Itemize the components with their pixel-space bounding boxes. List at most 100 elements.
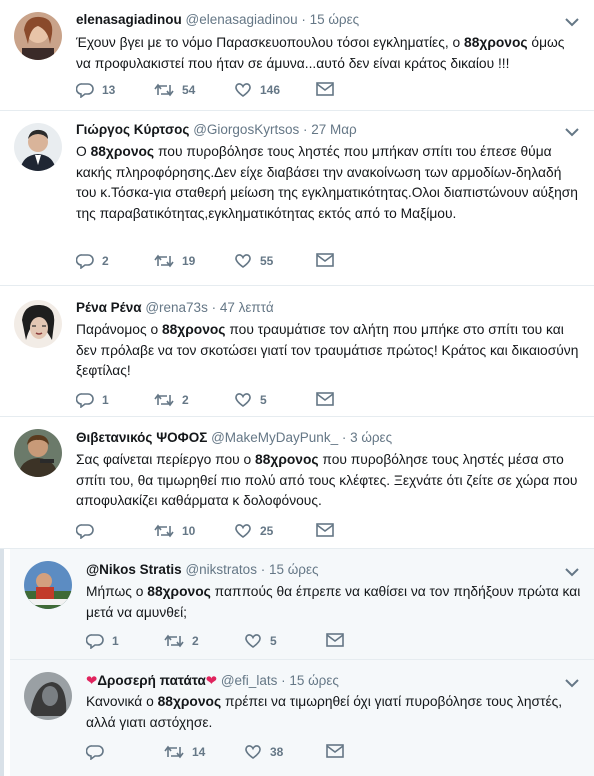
- heart-icon: [245, 745, 261, 759]
- tweet-author-name[interactable]: Ρένα Ρένα: [76, 300, 142, 315]
- envelope-icon: [326, 633, 344, 647]
- highlighted-term: 88χρονος: [147, 584, 211, 599]
- tweet-1[interactable]: elenasagiadinou @elenasagiadinou · 15 ώρ…: [0, 0, 594, 110]
- tweet-author-name[interactable]: Δροσερή πατάτα: [97, 673, 205, 688]
- tweet-author-handle[interactable]: @rena73s: [145, 300, 208, 315]
- retweet-icon: [154, 524, 174, 538]
- like-button[interactable]: 38: [244, 744, 283, 760]
- retweet-icon: [154, 393, 174, 407]
- tweet-author-handle[interactable]: @efi_lats: [221, 673, 277, 688]
- retweet-button[interactable]: 19: [154, 253, 195, 269]
- avatar[interactable]: [24, 561, 72, 609]
- message-button[interactable]: [316, 82, 334, 96]
- avatar[interactable]: [14, 123, 62, 171]
- conversation-thread-line: [0, 549, 4, 776]
- reply-icon: [76, 393, 94, 408]
- tweet-actions: 13 54 146: [76, 82, 336, 102]
- highlighted-term: 88χρονος: [161, 322, 226, 337]
- tweet-actions: 2 19 55: [76, 253, 336, 273]
- envelope-icon: [316, 82, 334, 96]
- tweet-author-name[interactable]: Θιβετανικός ΨΟΦΟΣ: [76, 430, 207, 445]
- retweet-button[interactable]: 14: [164, 744, 205, 760]
- retweet-icon: [164, 634, 184, 648]
- like-button[interactable]: 5: [234, 392, 267, 408]
- tweet-3[interactable]: Ρένα Ρένα @rena73s · 47 λεπτά Παράνομος …: [0, 286, 594, 416]
- tweet-timestamp[interactable]: 15 ώρες: [269, 562, 319, 577]
- tweet-actions: 1 2 5: [76, 392, 336, 412]
- chevron-down-icon[interactable]: [564, 677, 580, 689]
- reply-button[interactable]: [76, 523, 102, 539]
- heart-icon: [235, 254, 251, 268]
- tweet-2[interactable]: Γιώργος Κύρτσος @GiorgosKyrtsos · 27 Μαρ…: [0, 111, 594, 285]
- tweet-author-handle[interactable]: @GiorgosKyrtsos: [193, 122, 299, 137]
- reply-button[interactable]: [86, 744, 112, 760]
- avatar[interactable]: [14, 12, 62, 60]
- reply-icon: [86, 745, 104, 760]
- tweet-author-handle[interactable]: @elenasagiadinou: [186, 12, 298, 27]
- retweet-icon: [154, 83, 174, 97]
- tweet-text: Μήπως ο 88χρονος παππούς θα έπρεπε να κα…: [86, 584, 581, 620]
- retweet-button[interactable]: 2: [154, 392, 189, 408]
- reply-button[interactable]: 1: [86, 633, 119, 649]
- tweet-actions: 1 2 5: [86, 633, 346, 653]
- heart-emoji-icon: ❤: [205, 673, 218, 688]
- tweet-timestamp[interactable]: 27 Μαρ: [311, 122, 357, 137]
- envelope-icon: [326, 744, 344, 758]
- tweet-text: Παράνομος ο 88χρονος που τραυμάτισε τον …: [76, 322, 579, 378]
- chevron-down-icon[interactable]: [564, 126, 580, 138]
- message-button[interactable]: [326, 633, 344, 647]
- tweet-author-name[interactable]: @Nikos Stratis: [86, 562, 182, 577]
- tweet-author-name[interactable]: Γιώργος Κύρτσος: [76, 122, 189, 137]
- retweet-button[interactable]: 54: [154, 82, 195, 98]
- tweet-timestamp[interactable]: 15 ώρες: [310, 12, 360, 27]
- retweet-icon: [164, 745, 184, 759]
- reply-icon: [86, 634, 104, 649]
- tweet-author-handle[interactable]: @nikstratos: [185, 562, 256, 577]
- highlighted-term: 88χρονος: [90, 144, 155, 159]
- tweet-author-handle[interactable]: @MakeMyDayPunk_: [211, 430, 338, 445]
- tweet-6[interactable]: ❤Δροσερή πατάτα❤ @efi_lats · 15 ώρες Καν…: [10, 660, 594, 776]
- retweet-icon: [154, 254, 174, 268]
- heart-icon: [235, 393, 251, 407]
- tweet-text: Σας φαίνεται περίεργο που ο 88χρονος που…: [76, 452, 578, 508]
- retweet-button[interactable]: 2: [164, 633, 199, 649]
- envelope-icon: [316, 523, 334, 537]
- tweet-actions: 14 38: [86, 744, 346, 764]
- heart-icon: [235, 83, 251, 97]
- tweet-actions: 10 25: [76, 523, 336, 543]
- tweet-5[interactable]: @Nikos Stratis @nikstratos · 15 ώρες Μήπ…: [10, 549, 594, 659]
- tweet-text: Έχουν βγει με το νόμο Παρασκευοπουλου τό…: [76, 35, 565, 71]
- envelope-icon: [316, 392, 334, 406]
- avatar[interactable]: [14, 429, 62, 477]
- heart-emoji-icon: ❤: [86, 673, 98, 688]
- tweet-timestamp[interactable]: 47 λεπτά: [220, 300, 274, 315]
- reply-button[interactable]: 1: [76, 392, 109, 408]
- tweet-text: Ο 88χρονος που πυροβόλησε τους ληστές πο…: [76, 144, 578, 221]
- like-button[interactable]: 25: [234, 523, 273, 539]
- message-button[interactable]: [316, 253, 334, 267]
- reply-button[interactable]: 13: [76, 82, 115, 98]
- message-button[interactable]: [326, 744, 344, 758]
- like-button[interactable]: 5: [244, 633, 277, 649]
- message-button[interactable]: [316, 523, 334, 537]
- reply-icon: [76, 524, 94, 539]
- chevron-down-icon[interactable]: [564, 566, 580, 578]
- reply-button[interactable]: 2: [76, 253, 109, 269]
- tweet-4[interactable]: Θιβετανικός ΨΟΦΟΣ @MakeMyDayPunk_ · 3 ώρ…: [0, 417, 594, 548]
- message-button[interactable]: [316, 392, 334, 406]
- tweet-author-name[interactable]: elenasagiadinou: [76, 12, 182, 27]
- retweet-button[interactable]: 10: [154, 523, 195, 539]
- avatar[interactable]: [24, 672, 72, 720]
- like-button[interactable]: 146: [234, 82, 280, 98]
- reply-icon: [76, 254, 94, 269]
- tweet-timestamp[interactable]: 3 ώρες: [350, 430, 392, 445]
- highlighted-term: 88χρονος: [464, 35, 528, 50]
- heart-icon: [235, 524, 251, 538]
- avatar[interactable]: [14, 300, 62, 348]
- envelope-icon: [316, 253, 334, 267]
- tweet-timestamp[interactable]: 15 ώρες: [289, 673, 339, 688]
- like-button[interactable]: 55: [234, 253, 273, 269]
- reply-icon: [76, 83, 94, 98]
- chevron-down-icon[interactable]: [564, 16, 580, 28]
- highlighted-term: 88χρονος: [157, 694, 222, 709]
